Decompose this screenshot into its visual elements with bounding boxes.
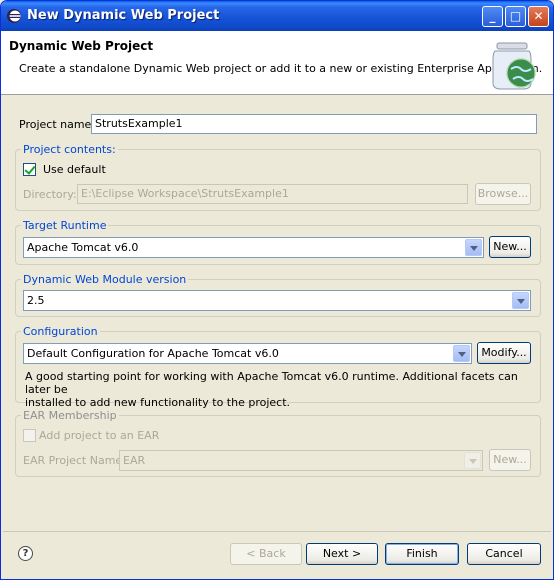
- minimize-button[interactable]: _: [482, 6, 503, 27]
- modify-configuration-button[interactable]: Modify...: [477, 342, 531, 364]
- eclipse-icon: [7, 9, 21, 23]
- target-runtime-value: Apache Tomcat v6.0: [27, 241, 139, 254]
- new-runtime-button[interactable]: New...: [489, 236, 531, 258]
- ear-project-name-label: EAR Project Name:: [23, 454, 126, 467]
- chevron-down-icon[interactable]: [512, 292, 529, 309]
- configuration-select[interactable]: Default Configuration for Apache Tomcat …: [23, 343, 472, 364]
- wizard-header: Dynamic Web Project Create a standalone …: [1, 31, 553, 95]
- help-icon[interactable]: ?: [18, 546, 33, 561]
- ear-project-select[interactable]: EAR: [119, 450, 483, 471]
- configuration-description: A good starting point for working with A…: [25, 370, 525, 409]
- chevron-down-icon[interactable]: [453, 345, 470, 362]
- add-to-ear-checkbox[interactable]: [23, 429, 36, 442]
- browse-button[interactable]: Browse...: [475, 183, 531, 205]
- page-title: Dynamic Web Project: [9, 39, 154, 53]
- chevron-down-icon[interactable]: [464, 452, 481, 469]
- next-button[interactable]: Next >: [306, 543, 378, 565]
- web-module-version-value: 2.5: [27, 294, 45, 307]
- window-title: New Dynamic Web Project: [27, 8, 220, 23]
- target-runtime-select[interactable]: Apache Tomcat v6.0: [23, 237, 484, 258]
- target-runtime-title: Target Runtime: [21, 219, 109, 232]
- ear-project-value: EAR: [123, 454, 146, 467]
- configuration-description-line-1: A good starting point for working with A…: [25, 370, 518, 396]
- project-name-input[interactable]: StrutsExample1: [91, 114, 537, 134]
- configuration-title: Configuration: [21, 325, 100, 338]
- finish-button[interactable]: Finish: [385, 543, 459, 565]
- project-contents-title: Project contents:: [21, 143, 118, 156]
- chevron-down-icon[interactable]: [465, 239, 482, 256]
- add-to-ear-label: Add project to an EAR: [39, 429, 160, 442]
- ear-membership-title: EAR Membership: [21, 409, 119, 422]
- web-module-version-title: Dynamic Web Module version: [21, 273, 189, 286]
- configuration-value: Default Configuration for Apache Tomcat …: [27, 347, 279, 360]
- maximize-button[interactable]: □: [505, 6, 526, 27]
- web-project-jar-icon: [492, 42, 536, 90]
- web-module-version-select[interactable]: 2.5: [23, 290, 531, 311]
- configuration-description-line-2: installed to add new functionality to th…: [25, 396, 291, 409]
- footer-separator: [3, 531, 551, 532]
- project-name-label: Project name:: [19, 118, 96, 131]
- cancel-button[interactable]: Cancel: [467, 543, 541, 565]
- dialog-window: New Dynamic Web Project _ □ ✕ Dynamic We…: [0, 0, 554, 580]
- back-button[interactable]: < Back: [230, 543, 302, 565]
- page-description: Create a standalone Dynamic Web project …: [19, 62, 543, 75]
- use-default-label: Use default: [43, 163, 106, 176]
- close-button[interactable]: ✕: [528, 6, 549, 27]
- new-ear-button[interactable]: New...: [489, 449, 531, 471]
- title-bar[interactable]: New Dynamic Web Project _ □ ✕: [1, 1, 553, 31]
- use-default-checkbox[interactable]: [23, 163, 36, 176]
- directory-label: Directory:: [23, 188, 77, 201]
- directory-input[interactable]: E:\Eclipse Workspace\StrutsExample1: [77, 184, 468, 204]
